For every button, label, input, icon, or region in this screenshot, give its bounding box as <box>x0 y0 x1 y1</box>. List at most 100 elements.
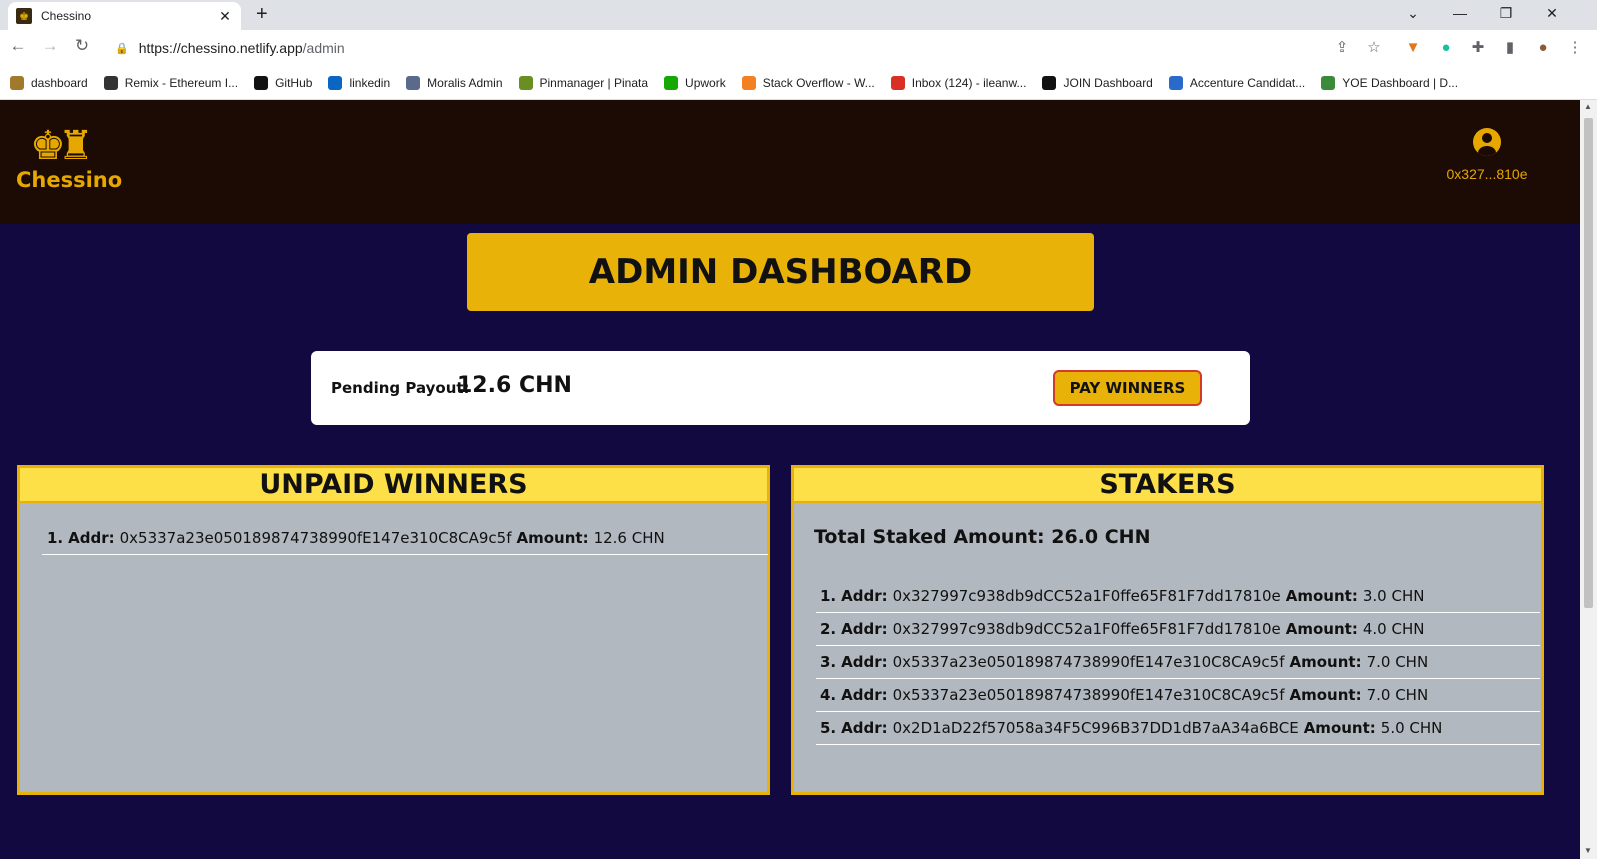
bookmark-item[interactable]: linkedin <box>328 75 391 90</box>
amount-label: Amount: <box>1285 587 1358 605</box>
scroll-down-arrow-icon[interactable]: ▼ <box>1584 846 1592 855</box>
pending-payout-value: 12.6 CHN <box>457 373 572 398</box>
scrollbar-thumb[interactable] <box>1584 118 1593 608</box>
staker-row: 2. Addr: 0x327997c938db9dCC52a1F0ffe65F81F… <box>816 613 1540 646</box>
bookmark-label: YOE Dashboard | D... <box>1342 75 1459 90</box>
bookmark-label: Upwork <box>685 75 726 90</box>
bookmark-label: Pinmanager | Pinata <box>539 75 649 90</box>
stakers-list: 1. Addr: 0x327997c938db9dCC52a1F0ffe65F81F… <box>816 580 1540 745</box>
staker-row: 5. Addr: 0x2D1aD22f57058a34F5C996B37DD1dB7… <box>816 712 1540 745</box>
addr-value: 0x2D1aD22f57058a34F5C996B37DD1dB7aA34a6B… <box>892 719 1299 737</box>
chess-king-rook-icon: ♚♜ <box>30 124 94 168</box>
bookmark-favicon-icon <box>1168 75 1183 90</box>
url-path: /admin <box>302 40 345 56</box>
amount-value: 7.0 CHN <box>1366 686 1429 704</box>
chessino-app: ♚♜ Chessino 0x327...810e ADMIN DASHBOARD… <box>0 100 1580 859</box>
side-panel-icon[interactable]: ▮ <box>1500 38 1520 58</box>
bookmark-item[interactable]: Remix - Ethereum I... <box>103 75 239 90</box>
share-icon[interactable]: ⇪ <box>1332 38 1352 58</box>
account-menu[interactable]: 0x327...810e <box>1442 128 1532 182</box>
browser-chrome: ♚ Chessino ✕ + ⌄ — ❐ ✕ ← → ↻ 🔒 https://c… <box>0 0 1597 100</box>
forward-arrow-icon[interactable]: → <box>38 36 62 56</box>
browser-toolbar: ← → ↻ 🔒 https://chessino.netlify.app/adm… <box>0 30 1597 66</box>
bookmark-favicon-icon <box>741 75 756 90</box>
address-bar[interactable]: 🔒 https://chessino.netlify.app/admin <box>107 33 1407 63</box>
bookmark-star-icon[interactable]: ☆ <box>1364 38 1384 58</box>
addr-label: Addr: <box>841 653 888 671</box>
restore-icon[interactable]: ❐ <box>1483 2 1529 24</box>
addr-value: 0x327997c938db9dCC52a1F0ffe65F81F7dd1781… <box>892 587 1281 605</box>
bookmark-label: Accenture Candidat... <box>1189 75 1306 90</box>
amount-value: 4.0 CHN <box>1362 620 1425 638</box>
url-host: https://chessino.netlify.app <box>138 40 303 56</box>
addr-value: 0x5337a23e050189874738990fE147e310C8CA9c… <box>892 686 1285 704</box>
addr-label: Addr: <box>841 719 888 737</box>
unpaid-winners-title: UNPAID WINNERS <box>259 469 528 500</box>
bookmark-label: JOIN Dashboard <box>1063 75 1153 90</box>
bookmark-favicon-icon <box>1321 75 1336 90</box>
bookmark-label: Moralis Admin <box>427 75 503 90</box>
minimize-icon[interactable]: — <box>1437 2 1483 24</box>
bookmark-item[interactable]: GitHub <box>254 75 313 90</box>
scroll-up-arrow-icon[interactable]: ▲ <box>1584 102 1592 111</box>
chessino-logo[interactable]: ♚♜ Chessino <box>16 124 126 192</box>
menu-kebab-icon[interactable]: ⋮ <box>1565 38 1585 58</box>
bookmark-item[interactable]: dashboard <box>10 75 88 90</box>
bookmark-item[interactable]: Upwork <box>664 75 726 90</box>
chess-favicon-icon: ♚ <box>16 8 32 24</box>
staker-row: 1. Addr: 0x327997c938db9dCC52a1F0ffe65F81F… <box>816 580 1540 613</box>
amount-label: Amount: <box>1289 653 1362 671</box>
row-index: 1. <box>820 587 837 605</box>
bookmark-item[interactable]: JOIN Dashboard <box>1042 75 1153 90</box>
bookmark-item[interactable]: Moralis Admin <box>406 75 503 90</box>
tab-title: Chessino <box>41 9 92 23</box>
unpaid-winners-list: 1. Addr: 0x5337a23e050189874738990fE147e31… <box>42 522 768 555</box>
bookmark-item[interactable]: YOE Dashboard | D... <box>1321 75 1459 90</box>
grammarly-icon[interactable]: ● <box>1436 38 1456 58</box>
amount-value: 5.0 CHN <box>1380 719 1443 737</box>
metamask-icon[interactable]: ▼ <box>1403 38 1423 58</box>
amount-value: 12.6 CHN <box>593 529 665 547</box>
page-scrollbar[interactable]: ▲ ▼ <box>1580 100 1597 859</box>
addr-label: Addr: <box>68 529 115 547</box>
unpaid-winners-panel: UNPAID WINNERS 1. Addr: 0x5337a23e05018987… <box>17 465 770 795</box>
amount-value: 3.0 CHN <box>1362 587 1425 605</box>
amount-label: Amount: <box>516 529 589 547</box>
lock-icon: 🔒 <box>115 42 129 55</box>
tab-chessino[interactable]: ♚ Chessino ✕ <box>8 2 241 30</box>
extensions-puzzle-icon[interactable]: ✚ <box>1468 38 1488 58</box>
back-arrow-icon[interactable]: ← <box>6 36 30 56</box>
addr-label: Addr: <box>841 686 888 704</box>
bookmark-label: dashboard <box>31 75 88 90</box>
bookmark-favicon-icon <box>328 75 343 90</box>
bookmark-item[interactable]: Pinmanager | Pinata <box>518 75 649 90</box>
close-tab-icon[interactable]: ✕ <box>217 8 233 25</box>
staker-row: 3. Addr: 0x5337a23e050189874738990fE147e31… <box>816 646 1540 679</box>
bookmark-label: linkedin <box>349 75 391 90</box>
bookmark-label: GitHub <box>275 75 313 90</box>
reload-icon[interactable]: ↻ <box>70 36 94 56</box>
stakers-title: STAKERS <box>1099 469 1236 500</box>
profile-avatar-icon[interactable]: ● <box>1533 38 1553 58</box>
logo-text: Chessino <box>16 168 123 192</box>
account-address: 0x327...810e <box>1446 166 1528 182</box>
bookmark-item[interactable]: Stack Overflow - W... <box>741 75 875 90</box>
new-tab-button[interactable]: + <box>256 3 268 26</box>
row-index: 5. <box>820 719 837 737</box>
bookmarks-bar: dashboard Remix - Ethereum I... GitHub link… <box>0 66 1597 100</box>
bookmark-item[interactable]: Inbox (124) - ileanw... <box>890 75 1026 90</box>
row-index: 3. <box>820 653 837 671</box>
pay-winners-button[interactable]: PAY WINNERS <box>1053 370 1202 406</box>
amount-label: Amount: <box>1303 719 1376 737</box>
bookmark-label: Stack Overflow - W... <box>762 75 875 90</box>
bookmark-item[interactable]: Accenture Candidat... <box>1168 75 1306 90</box>
bookmark-label: Remix - Ethereum I... <box>124 75 239 90</box>
tab-strip: ♚ Chessino ✕ + ⌄ — ❐ ✕ <box>0 0 1597 30</box>
bookmark-favicon-icon <box>10 75 24 90</box>
user-circle-icon <box>1473 128 1501 156</box>
close-window-icon[interactable]: ✕ <box>1529 2 1575 24</box>
bookmark-favicon-icon <box>254 75 269 90</box>
tab-search-chevron-icon[interactable]: ⌄ <box>1390 2 1436 24</box>
bookmark-favicon-icon <box>664 75 679 90</box>
addr-label: Addr: <box>841 620 888 638</box>
